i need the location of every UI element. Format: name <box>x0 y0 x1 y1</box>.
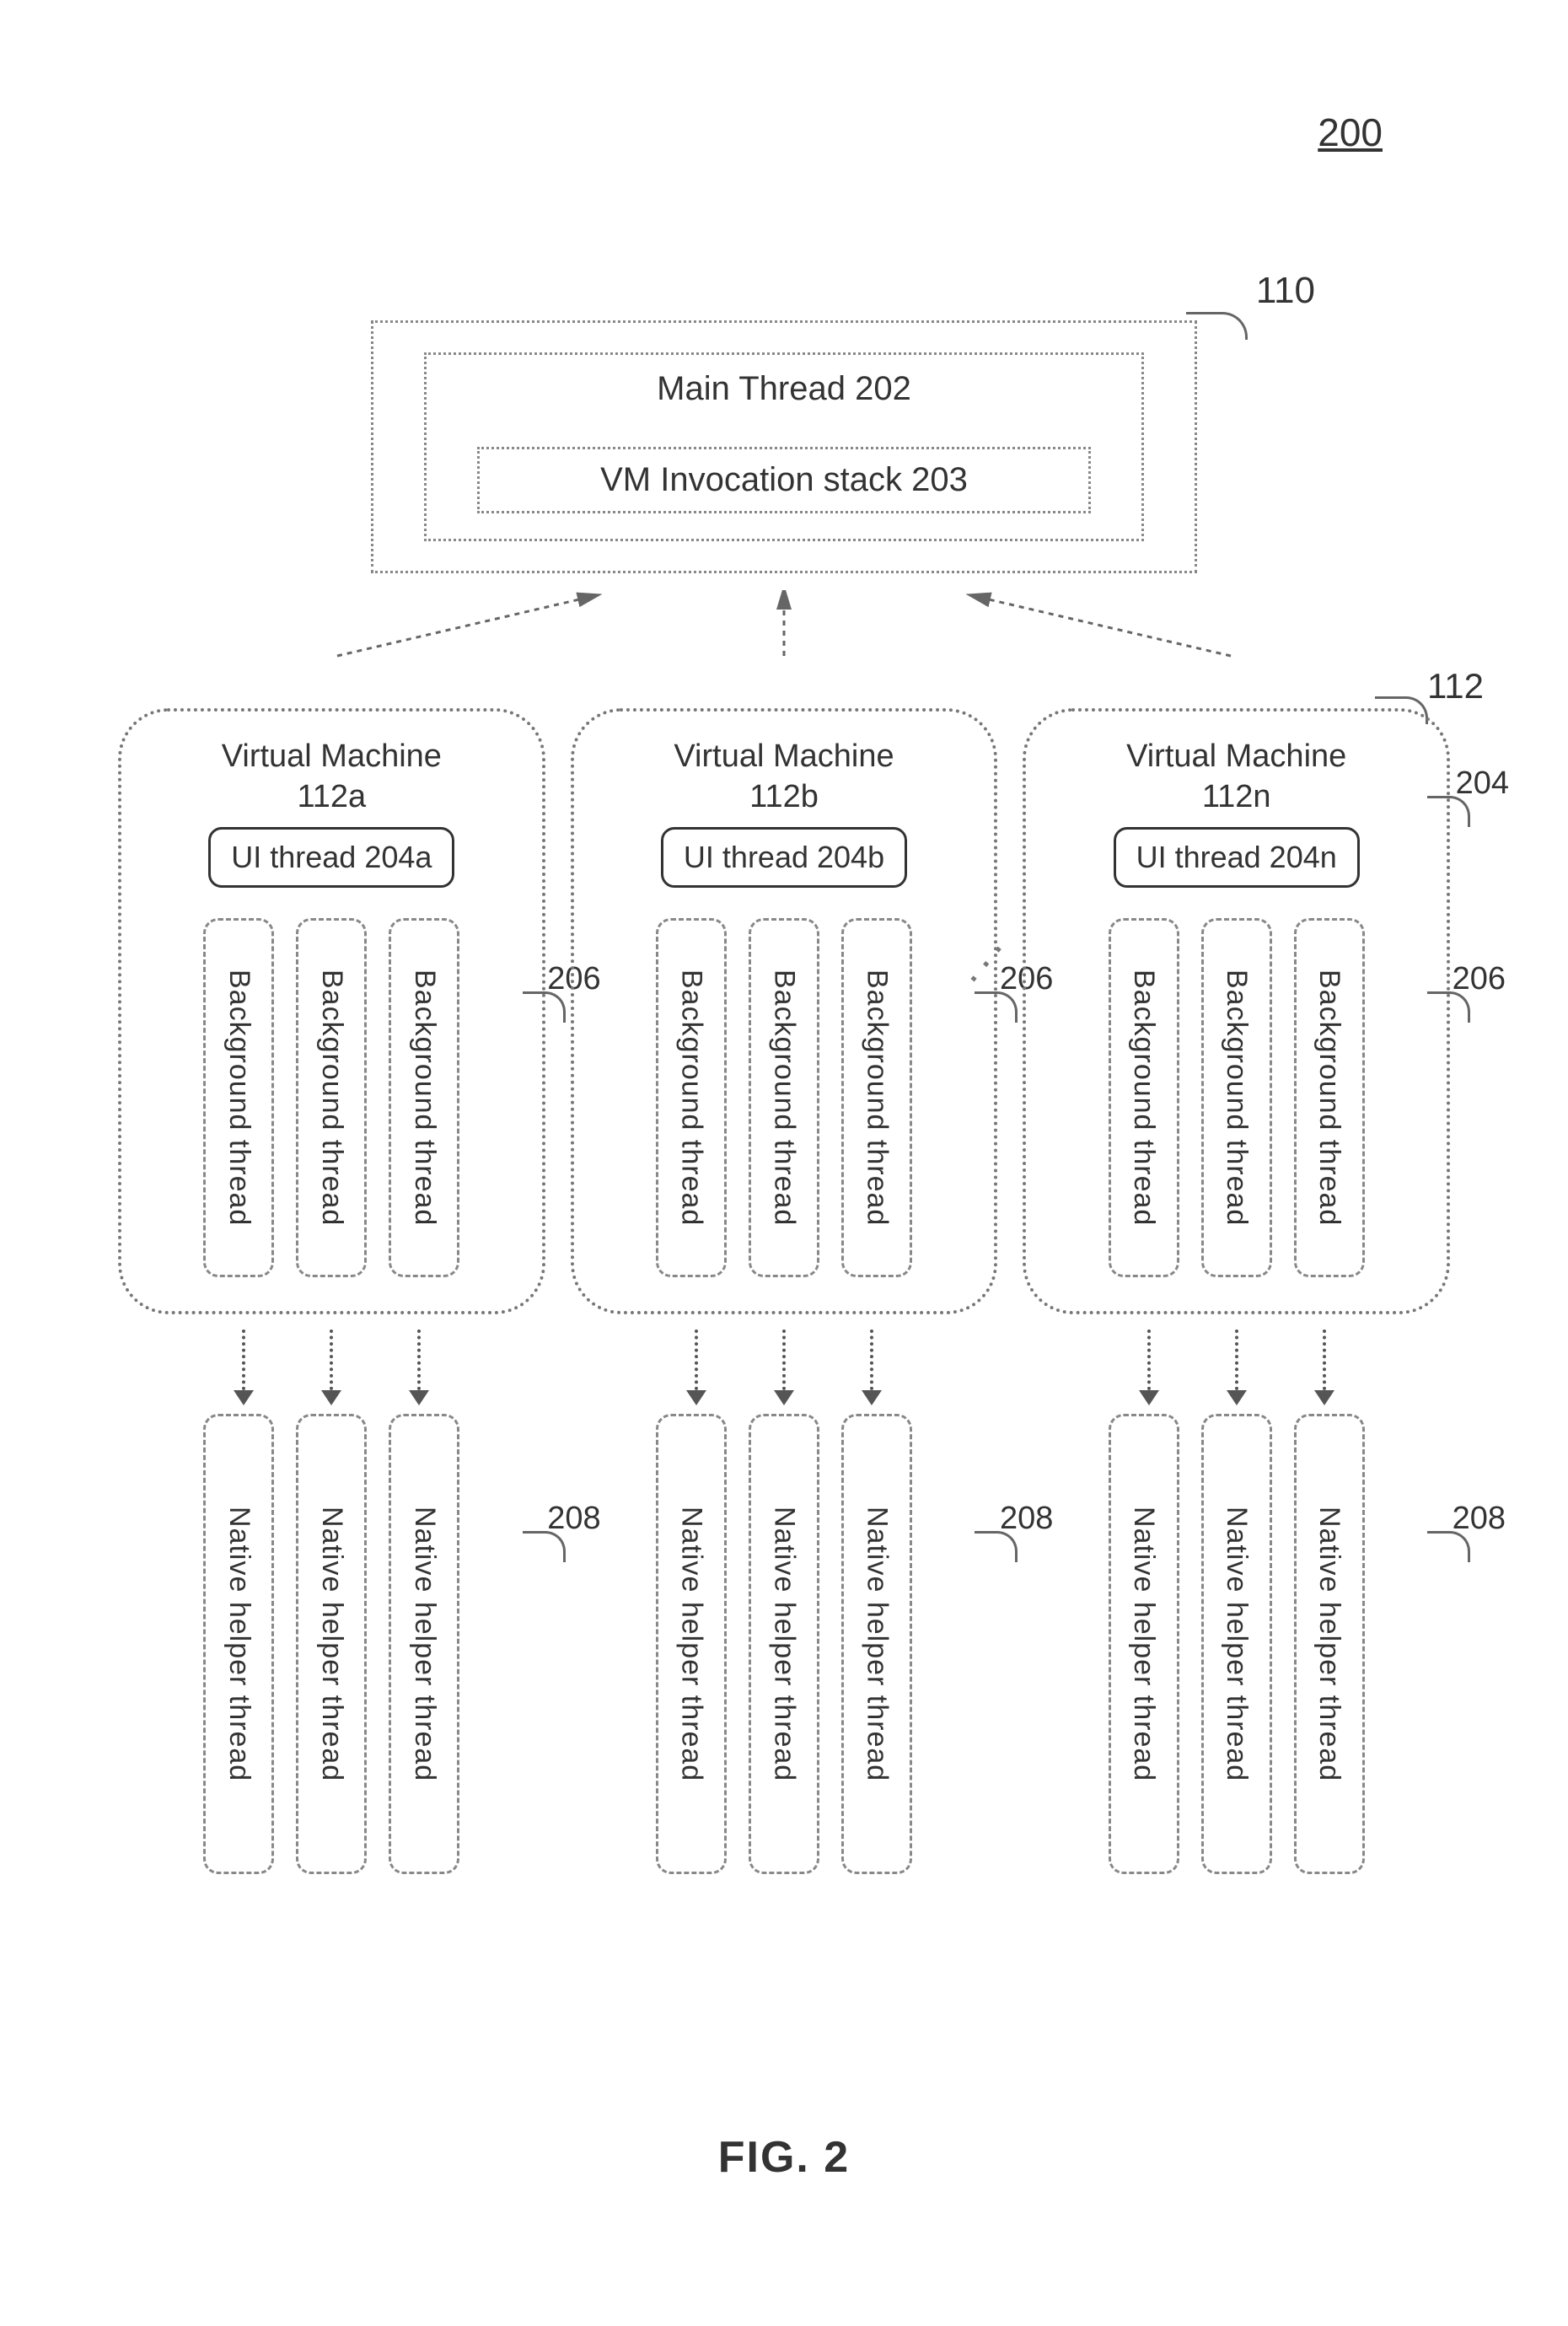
vm-title: Virtual Machine 112n <box>1126 737 1346 817</box>
background-thread-row: Background thread Background thread Back… <box>656 918 912 1277</box>
arrow-down-icon <box>663 1330 729 1405</box>
background-thread-box: Background thread <box>1109 918 1179 1277</box>
virtual-machine-a: Virtual Machine 112a UI thread 204a Back… <box>118 708 545 1874</box>
arrow-row <box>663 1330 905 1405</box>
vm-group-callout: 112 <box>1427 666 1484 706</box>
callout-line <box>1427 796 1470 827</box>
up-arrows-svg <box>118 590 1450 658</box>
background-thread-box: Background thread <box>841 918 912 1277</box>
ui-thread-box: UI thread 204b <box>661 827 907 888</box>
arrow-down-icon <box>839 1330 905 1405</box>
page-number-label: 200 <box>1318 110 1383 155</box>
background-thread-label: Background thread <box>310 948 353 1248</box>
vm-title-line1: Virtual Machine <box>1126 739 1346 774</box>
background-thread-row: Background thread Background thread Back… <box>203 918 459 1277</box>
arrow-down-icon <box>1116 1330 1182 1405</box>
background-thread-box: Background thread <box>296 918 367 1277</box>
vm-title-line2: 112a <box>297 779 366 814</box>
native-helper-thread-box: Native helper thread <box>1201 1414 1272 1874</box>
figure-label: FIG. 2 <box>0 2132 1568 2183</box>
background-thread-label: Background thread <box>763 948 806 1248</box>
background-thread-box: Background thread <box>389 918 459 1277</box>
native-helper-label: Native helper thread <box>403 1485 446 1803</box>
arrow-down-icon <box>751 1330 817 1405</box>
native-helper-thread-box: Native helper thread <box>1294 1414 1365 1874</box>
vm-row: 112 Virtual Machine 112a UI thread 204a … <box>118 708 1450 1874</box>
native-helper-label: Native helper thread <box>670 1485 713 1803</box>
arrow-down-icon <box>211 1330 277 1405</box>
host-box: Main Thread 202 VM Invocation stack 203 <box>371 320 1197 573</box>
callout-line <box>523 991 566 1023</box>
native-helper-thread-box: Native helper thread <box>749 1414 819 1874</box>
background-thread-label: Background thread <box>670 948 713 1248</box>
arrow-row <box>211 1330 452 1405</box>
background-thread-row: Background thread Background thread Back… <box>1109 918 1365 1277</box>
virtual-machine-n: 204 Virtual Machine 112n UI thread 204n … <box>1023 708 1450 1874</box>
native-helper-label: Native helper thread <box>310 1485 353 1803</box>
host-callout-number: 110 <box>1256 270 1315 312</box>
arrow-down-icon <box>386 1330 452 1405</box>
vm-title-line2: 112b <box>749 779 819 814</box>
main-thread-box: Main Thread 202 VM Invocation stack 203 <box>424 352 1144 541</box>
background-thread-label: Background thread <box>1122 948 1165 1248</box>
callout-line <box>1427 1531 1470 1562</box>
background-thread-label: Background thread <box>856 948 899 1248</box>
callout-line <box>523 1531 566 1562</box>
native-helper-thread-box: Native helper thread <box>203 1414 274 1874</box>
native-helper-label: Native helper thread <box>763 1485 806 1803</box>
nh-thread-callout: 208 <box>1453 1501 1506 1537</box>
native-helper-thread-box: Native helper thread <box>296 1414 367 1874</box>
native-helper-thread-box: Native helper thread <box>656 1414 727 1874</box>
native-helper-label: Native helper thread <box>1122 1485 1165 1803</box>
native-helper-row: Native helper thread Native helper threa… <box>1109 1414 1365 1874</box>
native-helper-thread-box: Native helper thread <box>389 1414 459 1874</box>
vm-title: Virtual Machine 112b <box>674 737 894 817</box>
native-helper-label: Native helper thread <box>856 1485 899 1803</box>
vm-title-line1: Virtual Machine <box>222 739 442 774</box>
native-helper-thread-box: Native helper thread <box>1109 1414 1179 1874</box>
vm-invocation-stack-box: VM Invocation stack 203 <box>477 447 1091 513</box>
background-thread-box: Background thread <box>1201 918 1272 1277</box>
vm-bubble: Virtual Machine 112a UI thread 204a Back… <box>118 708 545 1314</box>
vm-title-line2: 112n <box>1202 779 1271 814</box>
arrow-row <box>1116 1330 1357 1405</box>
ui-thread-box: UI thread 204a <box>208 827 454 888</box>
arrow-down-icon <box>1291 1330 1357 1405</box>
host-wrap: 110 Main Thread 202 VM Invocation stack … <box>371 320 1197 573</box>
background-thread-label: Background thread <box>403 948 446 1248</box>
vm-title: Virtual Machine 112a <box>222 737 442 817</box>
native-helper-label: Native helper thread <box>1215 1485 1258 1803</box>
background-thread-label: Background thread <box>1215 948 1258 1248</box>
vm-title-line1: Virtual Machine <box>674 739 894 774</box>
background-thread-box: Background thread <box>749 918 819 1277</box>
ui-thread-box: UI thread 204n <box>1114 827 1360 888</box>
background-thread-label: Background thread <box>217 948 260 1248</box>
background-thread-box: Background thread <box>203 918 274 1277</box>
vm-bubble: Virtual Machine 112b UI thread 204b Back… <box>571 708 998 1314</box>
ui-thread-callout: 204 <box>1456 765 1509 802</box>
bg-thread-callout: 206 <box>1453 961 1506 997</box>
native-helper-thread-box: Native helper thread <box>841 1414 912 1874</box>
native-helper-label: Native helper thread <box>1308 1485 1351 1803</box>
background-thread-box: Background thread <box>1294 918 1365 1277</box>
vm-bubble: Virtual Machine 112n UI thread 204n Back… <box>1023 708 1450 1314</box>
native-helper-row: Native helper thread Native helper threa… <box>656 1414 912 1874</box>
callout-line <box>1427 991 1470 1023</box>
arrow-down-icon <box>298 1330 364 1405</box>
background-thread-label: Background thread <box>1308 948 1351 1248</box>
virtual-machine-b: ··· Virtual Machine 112b UI thread 204b … <box>571 708 998 1874</box>
arrow-down-icon <box>1204 1330 1270 1405</box>
background-thread-box: Background thread <box>656 918 727 1277</box>
diagram-container: 110 Main Thread 202 VM Invocation stack … <box>118 320 1450 1874</box>
native-helper-row: Native helper thread Native helper threa… <box>203 1414 459 1874</box>
native-helper-label: Native helper thread <box>217 1485 260 1803</box>
main-thread-label: Main Thread 202 <box>427 370 1141 408</box>
